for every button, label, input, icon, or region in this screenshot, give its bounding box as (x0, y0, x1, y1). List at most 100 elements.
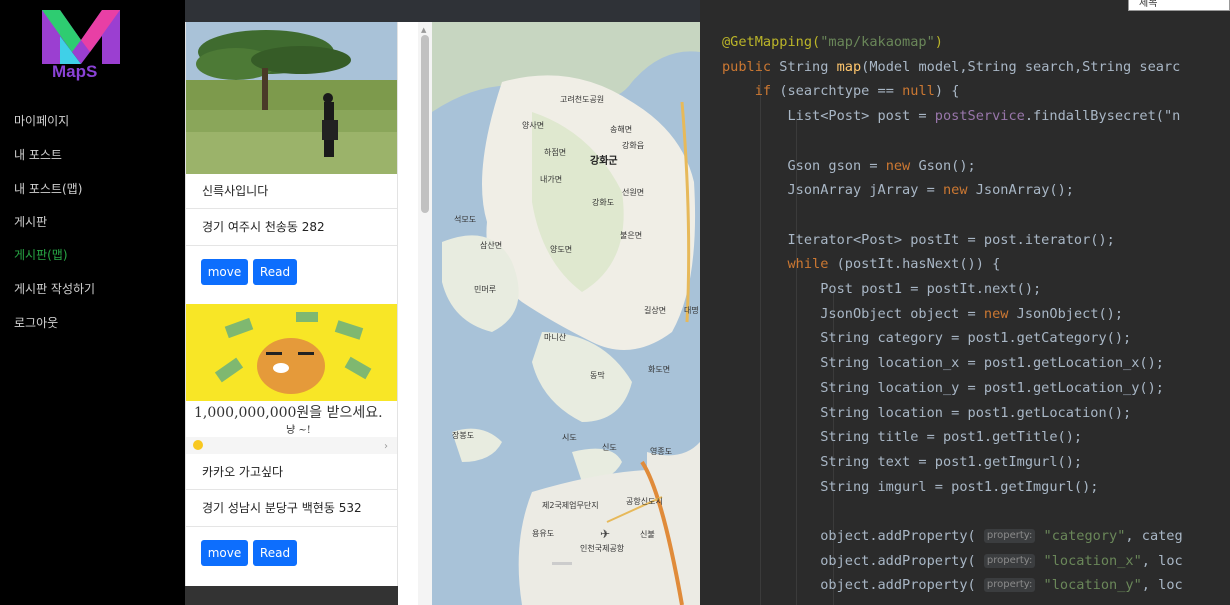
code-token: String location_y = post1.getLocation_y(… (722, 379, 1164, 396)
map-label: 양도면 (550, 245, 573, 254)
parameter-hint: property: (983, 553, 1036, 568)
code-line: public String map(Model model,String sea… (722, 59, 1180, 83)
logo-text: MapS (52, 62, 98, 81)
image-subcaption: 냥 ~! (286, 425, 311, 436)
move-button[interactable]: move (201, 540, 248, 566)
code-token: String imgurl = post1.getImgurl(); (722, 478, 1099, 495)
code-token: String title = post1.getTitle(); (722, 429, 1083, 446)
code-token: , categ (1125, 528, 1183, 544)
code-token: , loc (1141, 552, 1183, 569)
nav-item-board[interactable]: 게시판 (14, 213, 47, 230)
nav-item-board-map[interactable]: 게시판(맵) (14, 246, 68, 263)
code-token: @GetMapping( (722, 34, 821, 50)
read-button[interactable]: Read (253, 540, 297, 566)
code-line: String location_x = post1.getLocation_x(… (722, 355, 1164, 379)
code-line: Gson gson = new Gson(); (722, 157, 975, 182)
map-label: 화도면 (648, 365, 671, 374)
scroll-up-icon[interactable]: ▲ (421, 26, 426, 34)
code-token: JsonObject(); (1016, 305, 1124, 322)
code-line: while (postIt.hasNext()) { (722, 256, 1000, 280)
map-label: 하점면 (544, 148, 567, 157)
nav-item-write-post[interactable]: 게시판 작성하기 (14, 280, 95, 297)
code-token: (postIt.hasNext()) { (836, 256, 1001, 273)
code-token: new (942, 182, 976, 199)
code-token: object.addProperty( (722, 528, 984, 544)
code-token: Iterator<Post> postIt = post.iterator(); (722, 231, 1115, 248)
code-line: object.addProperty( property: "category"… (722, 528, 1183, 552)
code-token: ) { (934, 83, 960, 100)
scrollbar-thumb[interactable] (421, 35, 429, 213)
code-token: .findallBysecret("n (1024, 108, 1181, 125)
map-label: 강화읍 (622, 141, 645, 150)
nav-item-logout[interactable]: 로그아웃 (14, 314, 58, 331)
code-token: Gson gson = (722, 157, 886, 174)
map-label: 영종도 (650, 447, 673, 456)
read-button[interactable]: Read (253, 259, 297, 285)
map-label: 강화군 (590, 156, 618, 167)
code-token: String category = post1.getCategory(); (722, 330, 1132, 347)
code-line: String imgurl = post1.getImgurl(); (722, 479, 1098, 503)
code-token: map (836, 58, 862, 75)
code-line: String location_y = post1.getLocation_y(… (722, 380, 1164, 404)
post-title: 카카오 가고싶다 (186, 454, 397, 490)
nav-item-my-posts-map[interactable]: 내 포스트(맵) (14, 180, 82, 197)
post-card: 신륵사입니다 경기 여주시 천송동 282 move Read (185, 22, 398, 304)
airport-icon: ✈ (600, 527, 611, 541)
nav-item-my-posts[interactable]: 내 포스트 (14, 146, 62, 163)
code-token: new (885, 157, 919, 174)
code-token: String location = post1.getLocation(); (722, 404, 1132, 421)
map-label: 석모도 (454, 215, 477, 224)
map-view[interactable]: 양사면 고려천도공원 송해면 하점면 강화읍 강화군 내가면 선원면 강화도 석… (432, 22, 700, 605)
code-token: List<Post> post = (722, 108, 935, 125)
post-image (186, 22, 397, 174)
code-editor[interactable]: @GetMapping("map/kakaomap") public String… (700, 22, 1230, 605)
code-token: "category" (1043, 528, 1126, 544)
code-line: String title = post1.getTitle(); (722, 429, 1082, 453)
map-label: 공항신도시 (626, 497, 663, 506)
parameter-hint: property: (983, 578, 1036, 593)
map-label: 신불 (640, 530, 655, 539)
search-type-select[interactable]: 제목 (1128, 0, 1230, 11)
code-token: while (787, 256, 837, 273)
code-token: public (722, 58, 780, 75)
map-label: 선원면 (622, 188, 645, 197)
map-label: 인천국제공항 (580, 544, 625, 553)
post-card: › 1,000,000,000원을 받으세요. 냥 ~! 카카오 가고싶다 경기… (185, 304, 398, 586)
nav-item-mypage[interactable]: 마이페이지 (14, 112, 69, 129)
post-address: 경기 여주시 천송동 282 (186, 209, 397, 246)
code-line: List<Post> post = postService.findallBys… (722, 108, 1180, 132)
code-token: JsonObject object = (722, 305, 984, 322)
code-token: postService (934, 108, 1025, 125)
code-token: (Model model,String search,String searc (861, 58, 1181, 75)
map-label: 시도 (562, 433, 577, 442)
svg-text:›: › (384, 441, 388, 452)
code-token: ) (934, 34, 943, 50)
code-token: , loc (1141, 577, 1183, 594)
map-label: 마니산 (544, 333, 567, 342)
sidebar: MapS 마이페이지 내 포스트 내 포스트(맵) 게시판 게시판(맵) 게시판… (0, 0, 185, 605)
code-token: String (779, 58, 837, 75)
map-label: 삼산면 (480, 241, 503, 250)
map-label: 민머루 (474, 285, 497, 294)
map-label: 내가면 (540, 175, 563, 184)
code-token: String location_x = post1.getLocation_x(… (722, 355, 1164, 372)
map-label: 용유도 (532, 529, 555, 538)
code-line: JsonObject object = new JsonObject(); (722, 306, 1123, 330)
map-label: 신도 (602, 443, 617, 452)
code-line: object.addProperty( property: "location_… (722, 577, 1183, 601)
move-button[interactable]: move (201, 259, 248, 285)
map-label: 길상면 (644, 306, 667, 315)
code-token: if (754, 83, 780, 100)
code-line: String location = post1.getLocation(); (722, 405, 1131, 429)
code-token: Post post1 = postIt.next(); (722, 281, 1042, 297)
post-list: 신륵사입니다 경기 여주시 천송동 282 move Read › 1,000,… (185, 22, 398, 605)
code-token: String text = post1.getImgurl(); (722, 453, 1083, 470)
code-token: (searchtype == (779, 83, 903, 100)
map-label: 대명 (684, 306, 699, 315)
code-line: Post post1 = postIt.next(); (722, 281, 1041, 305)
code-line: String text = post1.getImgurl(); (722, 454, 1082, 478)
